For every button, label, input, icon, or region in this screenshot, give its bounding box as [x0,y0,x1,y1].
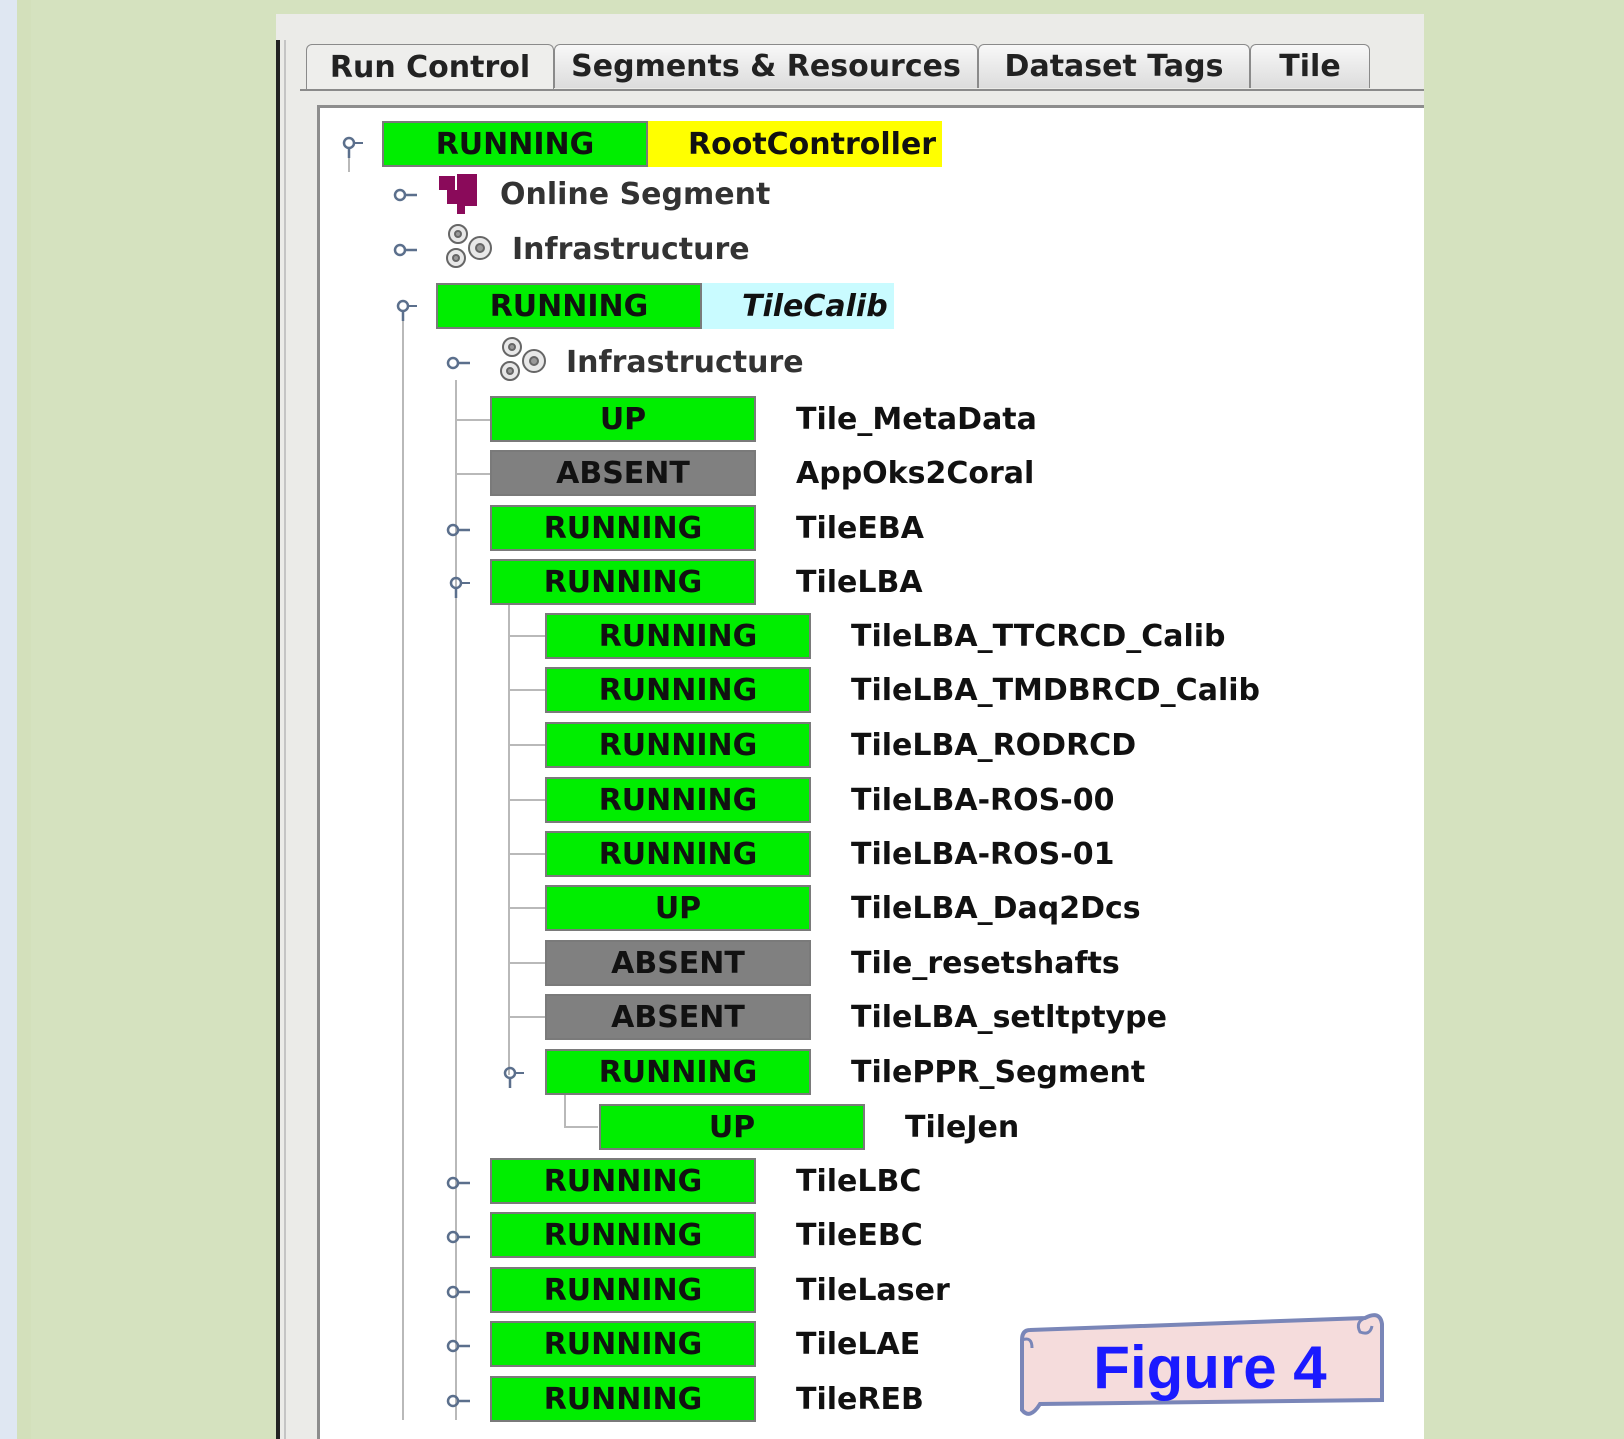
controller-name: TileLaser [796,1272,950,1308]
state-badge: RUNNING [436,283,702,329]
expand-tileeba-icon[interactable] [446,520,472,540]
online-segment-label[interactable]: Online Segment [500,177,770,212]
state-badge: RUNNING [490,1267,756,1313]
state-badge: RUNNING [490,1212,756,1258]
tree-row-appoks2coral[interactable]: ABSENT AppOks2Coral [490,450,1034,496]
tree-row-tileppr-segment[interactable]: RUNNING TilePPR_Segment [545,1049,1145,1095]
controller-name: TileEBA [796,510,924,546]
controller-name: TileLBA_TTCRCD_Calib [851,618,1226,654]
state-badge: ABSENT [490,450,756,496]
state-badge: RUNNING [545,667,811,713]
controller-name: TileLBA_Daq2Dcs [851,890,1141,926]
controller-name: TileCalib [702,283,894,329]
gears-icon [494,335,550,387]
segment-icon [435,172,485,220]
tree-row-tilereb[interactable]: RUNNING TileREB [490,1376,924,1422]
state-badge: RUNNING [490,1376,756,1422]
state-badge: UP [490,396,756,442]
infrastructure-label[interactable]: Infrastructure [512,232,750,267]
gears-icon [440,222,496,274]
expand-online-segment-icon[interactable] [393,185,419,205]
tree-row-daq2dcs[interactable]: UP TileLBA_Daq2Dcs [545,885,1141,931]
window-edge-inner [284,40,286,1439]
state-badge: RUNNING [382,121,648,167]
tree-row-ttcrcd-calib[interactable]: RUNNING TileLBA_TTCRCD_Calib [545,613,1226,659]
expand-tilelae-icon[interactable] [446,1336,472,1356]
controller-name: TilePPR_Segment [851,1054,1146,1090]
controller-name: TileLBA-ROS-01 [851,836,1115,872]
expand-tileebc-icon[interactable] [446,1227,472,1247]
window-edge [276,40,280,1439]
state-badge: ABSENT [545,994,811,1040]
state-badge: RUNNING [490,559,756,605]
expand-infrastructure-icon[interactable] [393,240,419,260]
controller-name: TileREB [796,1381,924,1417]
tab-dataset-tags[interactable]: Dataset Tags [978,44,1250,88]
tree-row-tmdbrcd-calib[interactable]: RUNNING TileLBA_TMDBRCD_Calib [545,667,1260,713]
state-badge: RUNNING [490,505,756,551]
tree-row-rodrcd[interactable]: RUNNING TileLBA_RODRCD [545,722,1136,768]
state-badge: UP [599,1104,865,1150]
collapse-root-icon[interactable] [339,134,365,158]
state-badge: RUNNING [545,777,811,823]
expand-infrastructure-icon[interactable] [446,353,472,373]
controller-name: Tile_MetaData [796,401,1037,437]
tab-bar: Run Control Segments & Resources Dataset… [306,44,1370,90]
expand-tilelbc-icon[interactable] [446,1173,472,1193]
tree-row-tile-metadata[interactable]: UP Tile_MetaData [490,396,1037,442]
state-badge: RUNNING [490,1321,756,1367]
tree-row-tilelba[interactable]: RUNNING TileLBA [490,559,923,605]
state-badge: ABSENT [545,940,811,986]
controller-name: TileLBC [796,1163,922,1199]
collapse-tileppr-segment-icon[interactable] [500,1064,526,1088]
controller-name: RootController [648,121,943,167]
left-strip [0,0,17,1439]
tab-segments-resources[interactable]: Segments & Resources [554,44,978,88]
state-badge: UP [545,885,811,931]
controller-name: Tile_resetshafts [851,945,1120,981]
controller-name: TileLBA [796,564,923,600]
left-border [17,0,31,1439]
expand-tilelaser-icon[interactable] [446,1282,472,1302]
tab-run-control[interactable]: Run Control [306,44,554,90]
tree-row-tilejen[interactable]: UP TileJen [599,1104,1019,1150]
tree-row-tileebc[interactable]: RUNNING TileEBC [490,1212,923,1258]
tree-row-ros-01[interactable]: RUNNING TileLBA-ROS-01 [545,831,1114,877]
controller-name: TileLBA-ROS-00 [851,782,1115,818]
controller-name: TileLAE [796,1326,921,1362]
state-badge: RUNNING [490,1158,756,1204]
tree-row-tilecalib[interactable]: RUNNING TileCalib [436,283,894,329]
controller-name: TileJen [905,1109,1020,1145]
tree-row-tilelbc[interactable]: RUNNING TileLBC [490,1158,921,1204]
state-badge: RUNNING [545,1049,811,1095]
state-badge: RUNNING [545,722,811,768]
tree-row-setltptype[interactable]: ABSENT TileLBA_setltptype [545,994,1167,1040]
controller-name: TileLBA_TMDBRCD_Calib [851,672,1260,708]
controller-name: TileEBC [796,1217,923,1253]
collapse-tilelba-icon[interactable] [446,574,472,598]
expand-tilereb-icon[interactable] [446,1391,472,1411]
collapse-tilecalib-icon[interactable] [393,297,419,321]
tree-row-tileeba[interactable]: RUNNING TileEBA [490,505,924,551]
tree-row-ros-00[interactable]: RUNNING TileLBA-ROS-00 [545,777,1114,823]
tree-row-tilelaser[interactable]: RUNNING TileLaser [490,1267,950,1313]
state-badge: RUNNING [545,613,811,659]
state-badge: RUNNING [545,831,811,877]
infrastructure-label[interactable]: Infrastructure [566,345,804,380]
tree-row-root[interactable]: RUNNING RootController [382,121,943,167]
controller-name: TileLBA_RODRCD [851,727,1137,763]
controller-name: TileLBA_setltptype [851,999,1167,1035]
tree-row-resetshafts[interactable]: ABSENT Tile_resetshafts [545,940,1120,986]
controller-name: AppOks2Coral [796,455,1035,491]
tab-tile[interactable]: Tile [1250,44,1370,88]
figure-label: Figure 4 [1093,1334,1327,1401]
tree-row-tilelae[interactable]: RUNNING TileLAE [490,1321,920,1367]
